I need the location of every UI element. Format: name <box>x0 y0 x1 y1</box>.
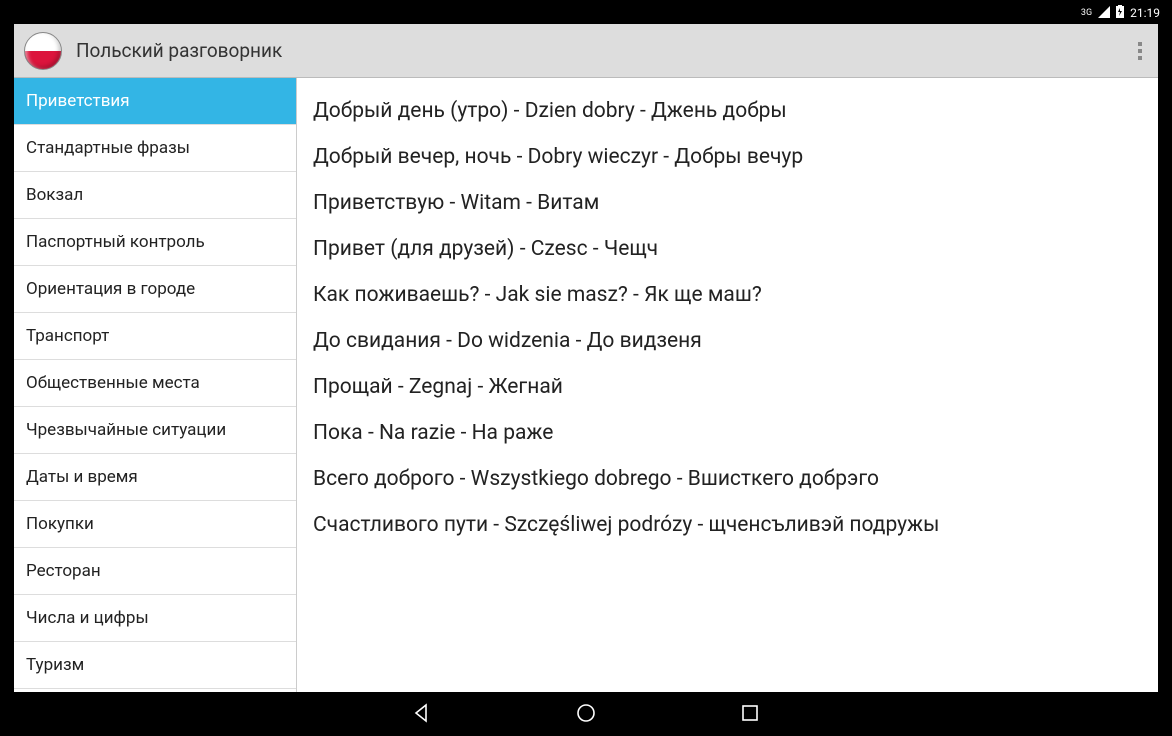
app-title: Польский разговорник <box>76 39 1132 62</box>
category-sidebar[interactable]: ПриветствияСтандартные фразыВокзалПаспор… <box>14 78 297 692</box>
sidebar-item-12[interactable]: Туризм <box>14 642 296 689</box>
phrase-line[interactable]: Добрый вечер, ночь - Dobry wieczyr - Доб… <box>313 134 1142 180</box>
body-split: ПриветствияСтандартные фразыВокзалПаспор… <box>14 78 1158 692</box>
battery-icon <box>1116 5 1124 21</box>
action-bar: Польский разговорник <box>14 24 1158 78</box>
phrase-line[interactable]: Добрый день (утро) - Dzien dobry - Джень… <box>313 88 1142 134</box>
phrase-line[interactable]: Пока - Na razie - На раже <box>313 410 1142 456</box>
status-bar: 3G 21:19 <box>2 2 1170 24</box>
phrase-line[interactable]: Счастливого пути - Szczęśliwej podrózy -… <box>313 502 1142 548</box>
signal-icon <box>1098 6 1110 21</box>
sidebar-item-9[interactable]: Покупки <box>14 501 296 548</box>
system-nav-bar <box>14 692 1158 734</box>
sidebar-item-7[interactable]: Чрезвычайные ситуации <box>14 407 296 454</box>
back-button[interactable] <box>410 701 434 725</box>
sidebar-item-10[interactable]: Ресторан <box>14 548 296 595</box>
device-frame: 3G 21:19 Польский разговорник Приветстви… <box>0 0 1172 736</box>
phrase-line[interactable]: Прощай - Zegnaj - Жегнай <box>313 364 1142 410</box>
sidebar-item-1[interactable]: Стандартные фразы <box>14 125 296 172</box>
sidebar-item-3[interactable]: Паспортный контроль <box>14 219 296 266</box>
sidebar-item-5[interactable]: Транспорт <box>14 313 296 360</box>
clock-label: 21:19 <box>1130 6 1160 20</box>
network-label: 3G <box>1081 8 1092 18</box>
sidebar-item-4[interactable]: Ориентация в городе <box>14 266 296 313</box>
overflow-menu-button[interactable] <box>1132 36 1148 66</box>
phrase-line[interactable]: До свидания - Do widzenia - До видзеня <box>313 318 1142 364</box>
phrase-line[interactable]: Привет (для друзей) - Czesc - Чещч <box>313 226 1142 272</box>
sidebar-item-11[interactable]: Числа и цифры <box>14 595 296 642</box>
phrase-line[interactable]: Приветствую - Witam - Витам <box>313 180 1142 226</box>
sidebar-item-0[interactable]: Приветствия <box>14 78 296 125</box>
phrase-list[interactable]: Добрый день (утро) - Dzien dobry - Джень… <box>297 78 1158 692</box>
phrase-line[interactable]: Всего доброго - Wszystkiego dobrego - Вш… <box>313 456 1142 502</box>
sidebar-item-8[interactable]: Даты и время <box>14 454 296 501</box>
phrase-line[interactable]: Как поживаешь? - Jak sie masz? - Як ще м… <box>313 272 1142 318</box>
recent-button[interactable] <box>738 701 762 725</box>
app-flag-icon <box>24 32 62 70</box>
sidebar-item-6[interactable]: Общественные места <box>14 360 296 407</box>
sidebar-item-2[interactable]: Вокзал <box>14 172 296 219</box>
home-button[interactable] <box>574 701 598 725</box>
app-container: Польский разговорник ПриветствияСтандарт… <box>14 24 1158 692</box>
